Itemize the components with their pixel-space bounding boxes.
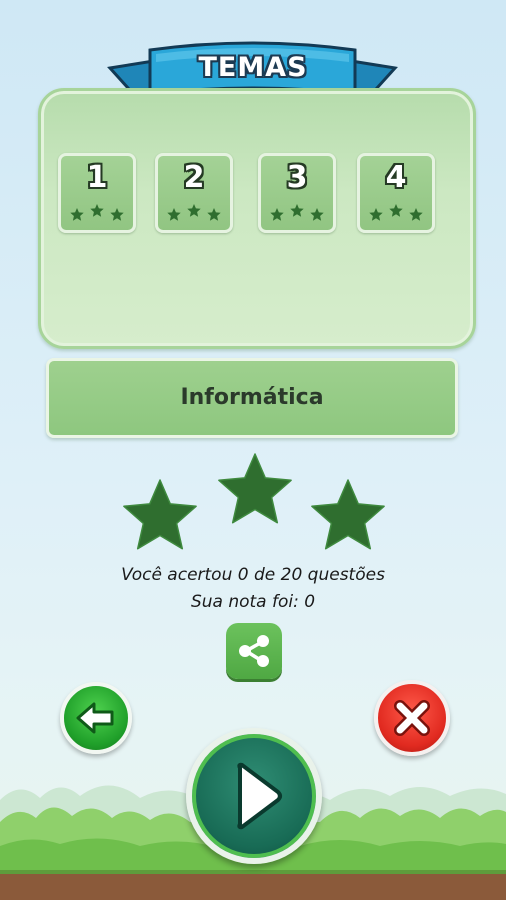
subject-label: Informática	[180, 385, 324, 410]
rating-star-icon	[123, 479, 197, 550]
play-icon	[237, 762, 282, 830]
level-star-icon	[389, 204, 403, 217]
level-stars	[369, 204, 423, 221]
share-icon	[239, 635, 269, 667]
level-star-icon	[167, 208, 181, 221]
level-stars	[270, 204, 324, 221]
level-star-icon	[310, 208, 324, 221]
grade-text: Sua nota foi: 0	[190, 592, 316, 612]
level-star-icon	[187, 204, 201, 217]
level-card-3[interactable]: 3	[258, 153, 336, 233]
level-star-icon	[207, 208, 221, 221]
rating-star-icon	[311, 479, 385, 550]
share-button[interactable]	[226, 623, 282, 679]
level-number: 1	[86, 160, 108, 195]
level-card-2[interactable]: 2	[155, 153, 233, 233]
arrow-left-icon	[76, 702, 114, 734]
level-star-icon	[70, 208, 84, 221]
level-star-icon	[270, 208, 284, 221]
level-star-icon	[110, 208, 124, 221]
subject-bar: Informática	[46, 358, 458, 438]
close-icon	[394, 700, 430, 736]
level-card-1[interactable]: 1	[58, 153, 136, 233]
close-button[interactable]	[374, 680, 450, 756]
page-title: TEMAS	[198, 52, 308, 83]
level-number: 2	[183, 160, 205, 195]
level-number: 4	[385, 160, 407, 195]
level-star-icon	[369, 208, 383, 221]
level-stars	[70, 204, 124, 221]
level-card-4[interactable]: 4	[357, 153, 435, 233]
rating-star-icon	[218, 453, 292, 524]
score-text: Você acertou 0 de 20 questões	[121, 565, 385, 585]
level-star-icon	[90, 204, 104, 217]
level-star-icon	[290, 204, 304, 217]
play-button[interactable]	[186, 728, 322, 864]
level-star-icon	[409, 208, 423, 221]
level-stars	[167, 204, 221, 221]
back-button[interactable]	[60, 682, 132, 754]
level-number: 3	[286, 160, 308, 195]
rating-stars	[123, 453, 385, 550]
